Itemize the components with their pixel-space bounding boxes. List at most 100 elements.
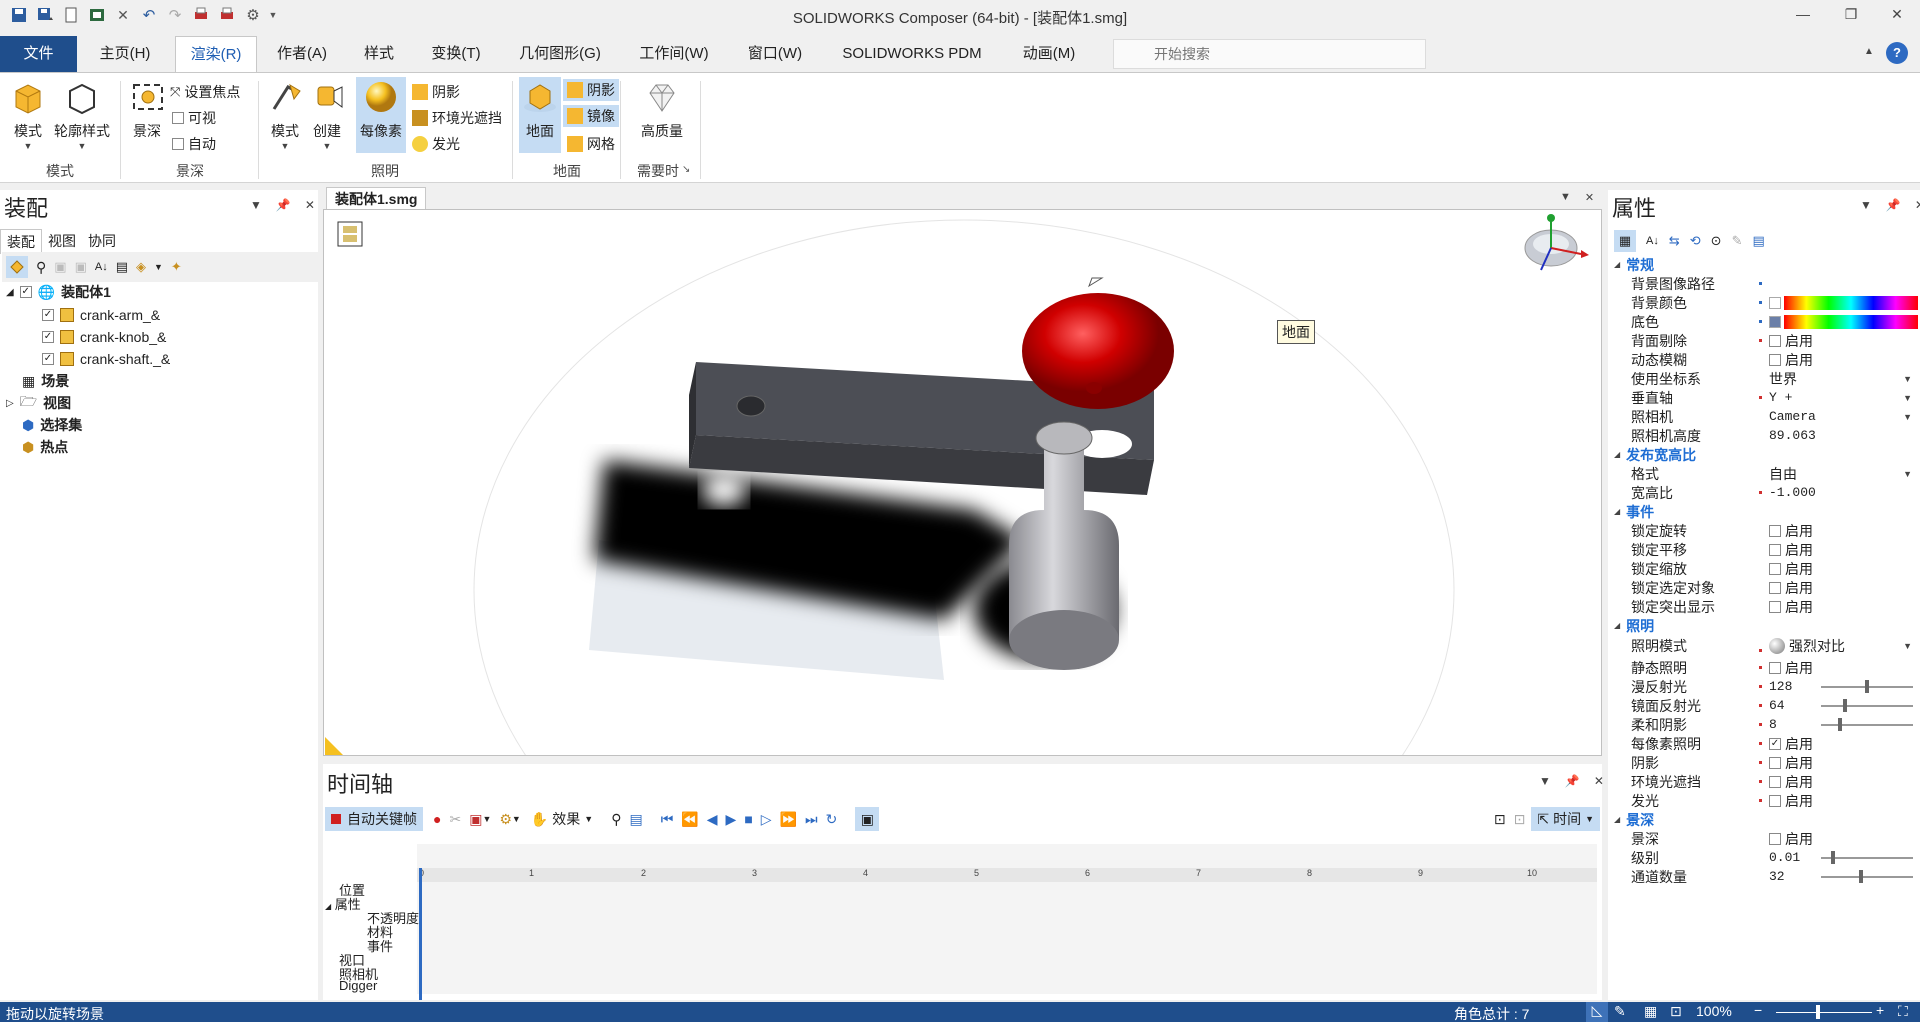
go-to-end-icon[interactable]: ⏭: [805, 807, 818, 831]
checkbox[interactable]: [1769, 600, 1781, 613]
color-spectrum[interactable]: [1784, 295, 1918, 310]
prop-value[interactable]: 自由: [1769, 464, 1797, 484]
depth-of-field-button[interactable]: 景深: [130, 79, 164, 141]
timeline-ruler[interactable]: 0 1 2 3 4 5 6 7 8 9 10: [417, 868, 1597, 882]
prop-value[interactable]: 启用: [1769, 350, 1813, 370]
panel-close-icon[interactable]: ✕: [1915, 198, 1920, 212]
ground-shadow-toggle[interactable]: 阴影: [563, 79, 619, 101]
zoom-in-icon[interactable]: +: [1876, 1002, 1884, 1018]
set-focus-button[interactable]: ⤧ 设置焦点: [170, 81, 240, 103]
collapse-icon[interactable]: ▣: [54, 259, 66, 275]
expand-toggle-icon[interactable]: ◢: [325, 902, 331, 911]
outline-style-button[interactable]: 轮廓样式 ▼: [52, 79, 112, 151]
tree-part[interactable]: ✓ crank-shaft._&: [42, 349, 170, 369]
prop-value[interactable]: -1.000: [1769, 485, 1816, 500]
zoom-fit-icon[interactable]: ⊡: [1494, 807, 1506, 831]
dropdown-icon[interactable]: ▼: [482, 807, 491, 831]
tree-part[interactable]: ✓ crank-knob_&: [42, 327, 166, 347]
tab-animation[interactable]: 动画(M): [1012, 36, 1086, 72]
checkbox[interactable]: [1769, 581, 1781, 594]
prop-value[interactable]: 启用: [1769, 772, 1813, 792]
tab-author[interactable]: 作者(A): [266, 36, 338, 72]
tab-geometry[interactable]: 几何图形(G): [510, 36, 610, 72]
sync-icon[interactable]: ⟲: [1690, 233, 1701, 249]
tab-collaboration[interactable]: 协同: [82, 229, 122, 254]
ground-grid-toggle[interactable]: 网格: [567, 133, 615, 155]
prop-row[interactable]: 锁定旋转 启用: [1608, 521, 1920, 540]
tab-pdm[interactable]: SOLIDWORKS PDM: [832, 36, 992, 72]
visibility-checkbox[interactable]: ✓: [42, 353, 54, 365]
prop-value[interactable]: 8: [1769, 717, 1777, 732]
smart-select-icon[interactable]: ✦: [171, 259, 182, 275]
pen-icon[interactable]: ✎: [1614, 1003, 1626, 1020]
slider-knob[interactable]: [1859, 869, 1863, 883]
timeline-track-area[interactable]: [417, 844, 1597, 994]
pass-count-slider[interactable]: [1821, 869, 1913, 883]
collapse-icon[interactable]: ◢: [1614, 815, 1620, 824]
tab-home[interactable]: 主页(H): [86, 36, 164, 72]
sort-az-icon[interactable]: A↓: [95, 261, 108, 273]
prop-row[interactable]: 使用坐标系 世界 ▼: [1608, 369, 1920, 388]
prop-row[interactable]: 照相机高度 89.063: [1608, 426, 1920, 445]
go-to-start-icon[interactable]: ⏮: [661, 807, 674, 831]
visibility-checkbox[interactable]: ✓: [42, 331, 54, 343]
grid-view-icon[interactable]: ▦: [1644, 1003, 1657, 1020]
checkbox[interactable]: [1769, 543, 1781, 556]
prop-value[interactable]: 启用: [1769, 658, 1813, 678]
pin-icon[interactable]: 📌: [1886, 198, 1901, 212]
category-aspect[interactable]: ◢ 发布宽高比: [1608, 445, 1696, 464]
visibility-icon[interactable]: ◈: [136, 259, 146, 275]
dropdown-icon[interactable]: ▼: [1903, 412, 1912, 422]
stop-icon[interactable]: ■: [744, 807, 752, 831]
tree-root[interactable]: ◢ ✓ 🌐 装配体1: [6, 282, 111, 302]
tree-scene[interactable]: ▦ 场景: [22, 371, 69, 391]
dropdown-icon[interactable]: ▼: [1903, 393, 1912, 403]
checkbox[interactable]: [172, 112, 184, 124]
expand-toggle-icon[interactable]: ▷: [6, 398, 14, 409]
prop-row[interactable]: 阴影 启用: [1608, 753, 1920, 772]
prop-row[interactable]: 漫反射光 128: [1608, 677, 1920, 696]
prop-value[interactable]: 32: [1769, 869, 1785, 884]
dropdown-icon[interactable]: ▼: [1903, 469, 1912, 479]
prop-row[interactable]: 背面剔除 启用: [1608, 331, 1920, 350]
prop-row[interactable]: 锁定缩放 启用: [1608, 559, 1920, 578]
zoom-slider[interactable]: [1776, 1005, 1872, 1019]
slider-knob[interactable]: [1831, 850, 1835, 864]
document-tab[interactable]: 装配体1.smg: [326, 187, 427, 209]
soft-shadow-slider[interactable]: [1821, 717, 1913, 731]
categorized-icon[interactable]: ▦: [1614, 230, 1636, 252]
minimize-button[interactable]: —: [1780, 0, 1826, 28]
tab-workshops[interactable]: 工作间(W): [628, 36, 720, 72]
prop-value[interactable]: ✓ 启用: [1769, 734, 1813, 754]
orientation-triad-icon[interactable]: [1524, 214, 1589, 271]
glow-toggle[interactable]: 发光: [412, 133, 460, 155]
prop-row[interactable]: 垂直轴 Y + ▼: [1608, 388, 1920, 407]
timeline-cursor[interactable]: [419, 868, 422, 1000]
category-events[interactable]: ◢ 事件: [1608, 502, 1654, 521]
prop-row[interactable]: 级别 0.01: [1608, 848, 1920, 867]
color-swatch[interactable]: [1769, 315, 1781, 328]
film-strip-icon[interactable]: [337, 221, 363, 247]
slider-knob[interactable]: [1843, 698, 1847, 712]
effects-button[interactable]: ✋ 效果 ▼: [531, 807, 593, 831]
category-general[interactable]: ◢ 常规: [1608, 255, 1654, 274]
sort-az-icon[interactable]: A↓: [1646, 235, 1659, 247]
checkbox[interactable]: [1769, 775, 1781, 788]
collapse-icon[interactable]: ◢: [1614, 450, 1620, 459]
dropdown-icon[interactable]: ▼: [1903, 641, 1912, 651]
prop-row[interactable]: 锁定选定对象 启用: [1608, 578, 1920, 597]
key-tools-icon[interactable]: ⚲: [611, 807, 621, 831]
prop-row[interactable]: 动态模糊 启用: [1608, 350, 1920, 369]
checkbox[interactable]: ✓: [1769, 737, 1781, 750]
expand-toggle-icon[interactable]: ◢: [6, 287, 14, 298]
checkbox[interactable]: [1769, 756, 1781, 769]
tab-window[interactable]: 窗口(W): [736, 36, 814, 72]
tab-render[interactable]: 渲染(R): [175, 36, 257, 73]
zoom-slider-knob[interactable]: [1816, 1005, 1820, 1019]
step-forward-icon[interactable]: ▷: [761, 807, 772, 831]
tree-hotspots[interactable]: ⬢ 热点: [22, 437, 68, 457]
prop-row[interactable]: 柔和阴影 8: [1608, 715, 1920, 734]
dropdown-icon[interactable]: ▼: [512, 807, 521, 831]
pin-icon[interactable]: 📌: [1565, 774, 1580, 788]
restore-button[interactable]: ❐: [1828, 0, 1874, 28]
